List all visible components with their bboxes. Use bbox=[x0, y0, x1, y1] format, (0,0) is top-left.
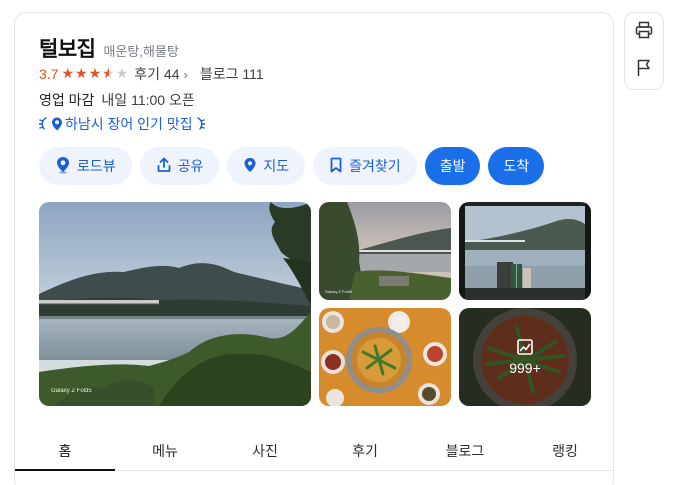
share-icon bbox=[156, 157, 172, 176]
tab-bar: 홈 메뉴 사진 후기 블로그 랭킹 bbox=[15, 431, 613, 471]
gallery-icon bbox=[516, 338, 534, 356]
laurel-left-icon bbox=[39, 117, 49, 131]
chevron-right-icon: › bbox=[183, 66, 188, 82]
photo-watermark: Galaxy Z Fold5 bbox=[51, 388, 92, 394]
hours-status: 영업 마감 bbox=[39, 92, 95, 108]
print-icon bbox=[635, 21, 653, 44]
star-icon: ★ bbox=[88, 66, 102, 82]
tab-blog[interactable]: 블로그 bbox=[415, 431, 515, 470]
roadview-pin-icon bbox=[55, 156, 71, 177]
roadview-button[interactable]: 로드뷰 bbox=[39, 147, 132, 185]
rating-stars: ★ ★ ★ ★ ★ bbox=[61, 67, 128, 81]
tab-menu[interactable]: 메뉴 bbox=[115, 431, 215, 470]
rating-value: 3.7 bbox=[39, 66, 59, 82]
star-icon: ★ bbox=[75, 66, 88, 82]
depart-button[interactable]: 출발 bbox=[424, 147, 481, 185]
place-card: 털보집 매운탕,해물탕 3.7 ★ ★ ★ ★ ★ 후기 44 › 블로그 11… bbox=[14, 12, 614, 485]
map-button[interactable]: 지도 bbox=[227, 147, 306, 185]
tab-photos[interactable]: 사진 bbox=[215, 431, 315, 470]
bookmark-icon bbox=[329, 157, 343, 176]
map-pin-icon bbox=[243, 157, 257, 176]
half-star-icon: ★ bbox=[102, 66, 115, 82]
roadview-label: 로드뷰 bbox=[77, 158, 116, 174]
tab-home[interactable]: 홈 bbox=[15, 431, 115, 471]
share-label: 공유 bbox=[177, 158, 204, 174]
photo-thumbnail-2[interactable] bbox=[459, 202, 591, 300]
blog-link[interactable]: 블로그 111 bbox=[200, 64, 264, 84]
tab-ranking[interactable]: 랭킹 bbox=[515, 431, 613, 470]
print-button[interactable] bbox=[630, 18, 658, 46]
location-pin-icon bbox=[51, 117, 63, 131]
place-header: 털보집 매운탕,해물탕 3.7 ★ ★ ★ ★ ★ 후기 44 › 블로그 11… bbox=[39, 33, 593, 134]
side-toolbar bbox=[624, 12, 664, 90]
favorite-button[interactable]: 즐겨찾기 bbox=[313, 147, 417, 185]
star-icon: ★ bbox=[61, 66, 75, 82]
hours-row[interactable]: 영업 마감 내일 11:00 오픈 bbox=[39, 90, 593, 110]
photo-gallery: Galaxy Z Fold5 Galaxy Z Fold5 999+ bbox=[39, 202, 591, 406]
reviews-link[interactable]: 후기 44 › bbox=[134, 64, 188, 84]
photo-count: 999+ bbox=[509, 360, 541, 376]
popular-tag-label: 하남시 장어 인기 맛집 bbox=[65, 116, 193, 132]
main-photo[interactable]: Galaxy Z Fold5 bbox=[39, 202, 311, 406]
reviews-label: 후기 44 bbox=[134, 66, 180, 82]
photo-more-overlay: 999+ bbox=[459, 308, 591, 406]
place-name: 털보집 bbox=[39, 38, 96, 61]
empty-star-icon: ★ bbox=[115, 66, 129, 82]
share-button[interactable]: 공유 bbox=[139, 147, 220, 185]
map-label: 지도 bbox=[263, 158, 290, 174]
flag-icon bbox=[636, 59, 652, 82]
report-button[interactable] bbox=[630, 56, 658, 84]
arrive-button[interactable]: 도착 bbox=[488, 147, 545, 185]
rating-row: 3.7 ★ ★ ★ ★ ★ 후기 44 › 블로그 111 bbox=[39, 64, 593, 84]
laurel-right-icon bbox=[195, 117, 205, 131]
photo-thumbnail-3[interactable] bbox=[319, 308, 451, 406]
tab-reviews[interactable]: 후기 bbox=[315, 431, 415, 470]
photo-thumbnail-1[interactable]: Galaxy Z Fold5 bbox=[319, 202, 451, 300]
photo-more[interactable]: 999+ bbox=[459, 308, 591, 406]
place-category: 매운탕,해물탕 bbox=[103, 44, 179, 59]
photo-watermark: Galaxy Z Fold5 bbox=[325, 289, 353, 294]
action-buttons: 로드뷰 공유 지도 즐겨찾기 출발 도착 bbox=[39, 147, 545, 185]
hours-next-open: 내일 11:00 오픈 bbox=[101, 92, 195, 108]
title-row: 털보집 매운탕,해물탕 bbox=[39, 33, 593, 61]
favorite-label: 즐겨찾기 bbox=[349, 158, 401, 174]
popular-tag[interactable]: 하남시 장어 인기 맛집 bbox=[39, 114, 593, 134]
